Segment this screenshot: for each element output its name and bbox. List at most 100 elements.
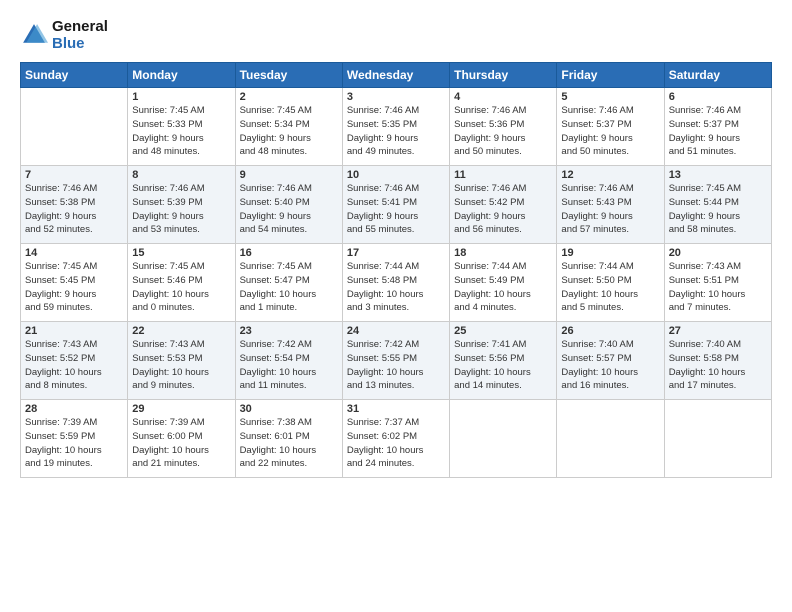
day-info: Sunrise: 7:45 AMSunset: 5:33 PMDaylight:…	[132, 104, 230, 159]
day-info: Sunrise: 7:44 AMSunset: 5:48 PMDaylight:…	[347, 260, 445, 315]
calendar-cell: 17Sunrise: 7:44 AMSunset: 5:48 PMDayligh…	[342, 244, 449, 322]
day-info: Sunrise: 7:45 AMSunset: 5:47 PMDaylight:…	[240, 260, 338, 315]
weekday-header-row: SundayMondayTuesdayWednesdayThursdayFrid…	[21, 63, 772, 88]
calendar-cell: 5Sunrise: 7:46 AMSunset: 5:37 PMDaylight…	[557, 88, 664, 166]
calendar-table: SundayMondayTuesdayWednesdayThursdayFrid…	[20, 62, 772, 478]
calendar-cell: 2Sunrise: 7:45 AMSunset: 5:34 PMDaylight…	[235, 88, 342, 166]
calendar-cell: 27Sunrise: 7:40 AMSunset: 5:58 PMDayligh…	[664, 322, 771, 400]
calendar-cell: 19Sunrise: 7:44 AMSunset: 5:50 PMDayligh…	[557, 244, 664, 322]
day-number: 30	[240, 403, 338, 415]
calendar-week-row: 28Sunrise: 7:39 AMSunset: 5:59 PMDayligh…	[21, 400, 772, 478]
header: General Blue	[20, 18, 772, 52]
calendar-cell: 14Sunrise: 7:45 AMSunset: 5:45 PMDayligh…	[21, 244, 128, 322]
calendar-cell	[557, 400, 664, 478]
day-number: 12	[561, 169, 659, 181]
day-info: Sunrise: 7:39 AMSunset: 6:00 PMDaylight:…	[132, 416, 230, 471]
day-info: Sunrise: 7:41 AMSunset: 5:56 PMDaylight:…	[454, 338, 552, 393]
calendar-cell: 25Sunrise: 7:41 AMSunset: 5:56 PMDayligh…	[450, 322, 557, 400]
day-number: 8	[132, 169, 230, 181]
day-info: Sunrise: 7:42 AMSunset: 5:54 PMDaylight:…	[240, 338, 338, 393]
calendar-cell: 23Sunrise: 7:42 AMSunset: 5:54 PMDayligh…	[235, 322, 342, 400]
calendar-cell: 15Sunrise: 7:45 AMSunset: 5:46 PMDayligh…	[128, 244, 235, 322]
calendar-cell: 9Sunrise: 7:46 AMSunset: 5:40 PMDaylight…	[235, 166, 342, 244]
day-number: 15	[132, 247, 230, 259]
calendar-cell: 29Sunrise: 7:39 AMSunset: 6:00 PMDayligh…	[128, 400, 235, 478]
day-info: Sunrise: 7:45 AMSunset: 5:34 PMDaylight:…	[240, 104, 338, 159]
day-info: Sunrise: 7:43 AMSunset: 5:51 PMDaylight:…	[669, 260, 767, 315]
logo: General Blue	[20, 18, 108, 52]
day-number: 16	[240, 247, 338, 259]
weekday-header-sunday: Sunday	[21, 63, 128, 88]
calendar-cell: 30Sunrise: 7:38 AMSunset: 6:01 PMDayligh…	[235, 400, 342, 478]
calendar-cell: 1Sunrise: 7:45 AMSunset: 5:33 PMDaylight…	[128, 88, 235, 166]
calendar-cell: 28Sunrise: 7:39 AMSunset: 5:59 PMDayligh…	[21, 400, 128, 478]
calendar-cell: 10Sunrise: 7:46 AMSunset: 5:41 PMDayligh…	[342, 166, 449, 244]
calendar-cell: 31Sunrise: 7:37 AMSunset: 6:02 PMDayligh…	[342, 400, 449, 478]
calendar-page: General Blue SundayMondayTuesdayWednesda…	[0, 0, 792, 612]
logo-icon	[20, 21, 48, 49]
calendar-cell: 8Sunrise: 7:46 AMSunset: 5:39 PMDaylight…	[128, 166, 235, 244]
day-info: Sunrise: 7:44 AMSunset: 5:50 PMDaylight:…	[561, 260, 659, 315]
weekday-header-friday: Friday	[557, 63, 664, 88]
day-info: Sunrise: 7:46 AMSunset: 5:43 PMDaylight:…	[561, 182, 659, 237]
day-number: 24	[347, 325, 445, 337]
weekday-header-thursday: Thursday	[450, 63, 557, 88]
day-number: 29	[132, 403, 230, 415]
calendar-cell: 20Sunrise: 7:43 AMSunset: 5:51 PMDayligh…	[664, 244, 771, 322]
day-info: Sunrise: 7:42 AMSunset: 5:55 PMDaylight:…	[347, 338, 445, 393]
day-number: 13	[669, 169, 767, 181]
calendar-cell: 24Sunrise: 7:42 AMSunset: 5:55 PMDayligh…	[342, 322, 449, 400]
calendar-week-row: 21Sunrise: 7:43 AMSunset: 5:52 PMDayligh…	[21, 322, 772, 400]
calendar-cell: 18Sunrise: 7:44 AMSunset: 5:49 PMDayligh…	[450, 244, 557, 322]
weekday-header-wednesday: Wednesday	[342, 63, 449, 88]
day-number: 4	[454, 91, 552, 103]
day-info: Sunrise: 7:46 AMSunset: 5:40 PMDaylight:…	[240, 182, 338, 237]
calendar-week-row: 7Sunrise: 7:46 AMSunset: 5:38 PMDaylight…	[21, 166, 772, 244]
day-number: 27	[669, 325, 767, 337]
weekday-header-monday: Monday	[128, 63, 235, 88]
calendar-cell	[664, 400, 771, 478]
day-info: Sunrise: 7:46 AMSunset: 5:37 PMDaylight:…	[669, 104, 767, 159]
day-number: 18	[454, 247, 552, 259]
day-number: 10	[347, 169, 445, 181]
calendar-cell: 6Sunrise: 7:46 AMSunset: 5:37 PMDaylight…	[664, 88, 771, 166]
day-number: 31	[347, 403, 445, 415]
calendar-cell: 7Sunrise: 7:46 AMSunset: 5:38 PMDaylight…	[21, 166, 128, 244]
day-info: Sunrise: 7:46 AMSunset: 5:38 PMDaylight:…	[25, 182, 123, 237]
day-number: 26	[561, 325, 659, 337]
logo-text: General Blue	[52, 18, 108, 52]
calendar-cell	[21, 88, 128, 166]
day-number: 25	[454, 325, 552, 337]
day-info: Sunrise: 7:40 AMSunset: 5:57 PMDaylight:…	[561, 338, 659, 393]
calendar-cell: 11Sunrise: 7:46 AMSunset: 5:42 PMDayligh…	[450, 166, 557, 244]
day-number: 19	[561, 247, 659, 259]
day-info: Sunrise: 7:46 AMSunset: 5:37 PMDaylight:…	[561, 104, 659, 159]
day-number: 17	[347, 247, 445, 259]
calendar-cell: 16Sunrise: 7:45 AMSunset: 5:47 PMDayligh…	[235, 244, 342, 322]
day-info: Sunrise: 7:45 AMSunset: 5:45 PMDaylight:…	[25, 260, 123, 315]
calendar-cell: 12Sunrise: 7:46 AMSunset: 5:43 PMDayligh…	[557, 166, 664, 244]
calendar-week-row: 14Sunrise: 7:45 AMSunset: 5:45 PMDayligh…	[21, 244, 772, 322]
day-info: Sunrise: 7:46 AMSunset: 5:41 PMDaylight:…	[347, 182, 445, 237]
day-number: 28	[25, 403, 123, 415]
weekday-header-saturday: Saturday	[664, 63, 771, 88]
calendar-cell: 21Sunrise: 7:43 AMSunset: 5:52 PMDayligh…	[21, 322, 128, 400]
day-number: 9	[240, 169, 338, 181]
day-info: Sunrise: 7:43 AMSunset: 5:53 PMDaylight:…	[132, 338, 230, 393]
day-info: Sunrise: 7:46 AMSunset: 5:39 PMDaylight:…	[132, 182, 230, 237]
day-number: 1	[132, 91, 230, 103]
calendar-cell: 13Sunrise: 7:45 AMSunset: 5:44 PMDayligh…	[664, 166, 771, 244]
day-number: 7	[25, 169, 123, 181]
day-info: Sunrise: 7:40 AMSunset: 5:58 PMDaylight:…	[669, 338, 767, 393]
day-info: Sunrise: 7:43 AMSunset: 5:52 PMDaylight:…	[25, 338, 123, 393]
day-number: 6	[669, 91, 767, 103]
calendar-cell: 4Sunrise: 7:46 AMSunset: 5:36 PMDaylight…	[450, 88, 557, 166]
calendar-cell: 22Sunrise: 7:43 AMSunset: 5:53 PMDayligh…	[128, 322, 235, 400]
calendar-cell	[450, 400, 557, 478]
day-number: 11	[454, 169, 552, 181]
day-number: 22	[132, 325, 230, 337]
day-info: Sunrise: 7:46 AMSunset: 5:35 PMDaylight:…	[347, 104, 445, 159]
calendar-cell: 26Sunrise: 7:40 AMSunset: 5:57 PMDayligh…	[557, 322, 664, 400]
calendar-cell: 3Sunrise: 7:46 AMSunset: 5:35 PMDaylight…	[342, 88, 449, 166]
day-number: 21	[25, 325, 123, 337]
